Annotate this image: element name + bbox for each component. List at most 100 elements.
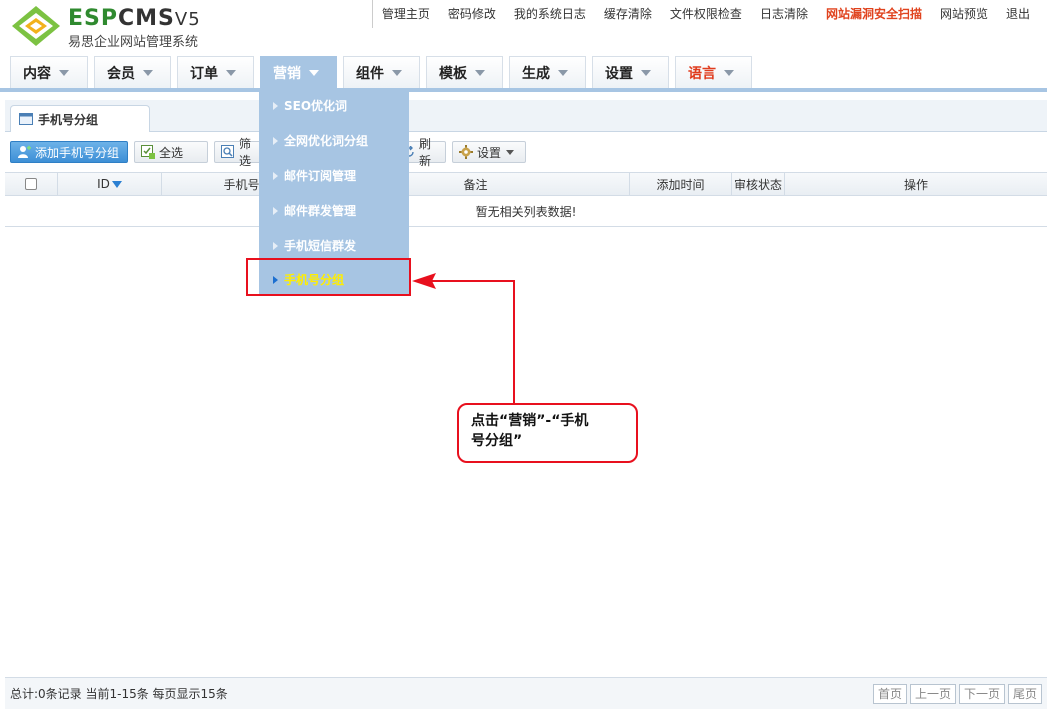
filter-button[interactable]: 筛选 bbox=[214, 137, 262, 168]
nav-member[interactable]: 会员 bbox=[94, 56, 171, 88]
nav-template[interactable]: 模板 bbox=[426, 56, 503, 88]
topnav-clear-log[interactable]: 日志清除 bbox=[751, 0, 817, 28]
logo-subtitle: 易思企业网站管理系统 bbox=[68, 35, 199, 50]
main-nav: 内容 会员 订单 营销 组件 模板 生成 设置 语言 bbox=[10, 56, 752, 88]
chevron-down-icon bbox=[59, 69, 69, 76]
header-added-label: 添加时间 bbox=[656, 177, 705, 192]
toolbar: 添加手机号分组 全选 筛选 刷新 设置 bbox=[5, 136, 1047, 168]
tab-strip: 手机号分组 bbox=[5, 100, 1047, 132]
menu-item-label: 邮件群发管理 bbox=[284, 204, 357, 218]
nav-language[interactable]: 语言 bbox=[675, 56, 752, 88]
nav-label: 设置 bbox=[605, 65, 633, 82]
gear-icon bbox=[459, 145, 473, 159]
select-all-checkbox[interactable] bbox=[25, 178, 37, 190]
menu-item-seo-groups[interactable]: 全网优化词分组 bbox=[259, 123, 409, 158]
chevron-down-icon bbox=[309, 69, 319, 76]
menu-item-seo-words[interactable]: SEO优化词 bbox=[259, 88, 409, 123]
topnav-password[interactable]: 密码修改 bbox=[439, 0, 505, 28]
pager-next[interactable]: 下一页 bbox=[958, 683, 1005, 704]
menu-item-mass-mail[interactable]: 邮件群发管理 bbox=[259, 193, 409, 228]
button-label: 添加手机号分组 bbox=[35, 145, 120, 160]
nav-marketing[interactable]: 营销 bbox=[260, 56, 337, 88]
nav-component[interactable]: 组件 bbox=[343, 56, 420, 88]
nav-label: 订单 bbox=[190, 65, 218, 82]
logo-esp: ESP bbox=[68, 6, 118, 31]
menu-item-label: 邮件订阅管理 bbox=[284, 169, 357, 183]
button-label: 设置 bbox=[477, 145, 502, 160]
chevron-down-icon bbox=[226, 69, 236, 76]
chevron-down-icon bbox=[506, 149, 515, 155]
callout-line-2: 号分组” bbox=[471, 433, 523, 449]
tab-phone-group[interactable]: 手机号分组 bbox=[10, 105, 150, 132]
grid-header: ID 手机号 备注 添加时间 审核状态 操作 bbox=[5, 172, 1047, 196]
button-label: 筛选 bbox=[239, 137, 252, 168]
header-action: 操作 bbox=[785, 173, 1047, 195]
logo-mark-icon bbox=[12, 6, 60, 46]
pager-last[interactable]: 尾页 bbox=[1007, 683, 1042, 704]
bullet-triangle-icon bbox=[273, 241, 278, 250]
empty-row: 暂无相关列表数据! bbox=[5, 196, 1047, 227]
window-icon bbox=[19, 113, 33, 125]
chevron-down-icon bbox=[641, 69, 651, 76]
topnav-clear-cache[interactable]: 缓存清除 bbox=[595, 0, 661, 28]
page: ESPCMSV5 易思企业网站管理系统 管理主页 密码修改 我的系统日志 缓存清… bbox=[0, 0, 1047, 712]
chevron-down-icon bbox=[392, 69, 402, 76]
topnav-logout[interactable]: 退出 bbox=[997, 0, 1039, 28]
topnav-home[interactable]: 管理主页 bbox=[373, 0, 439, 28]
empty-message: 暂无相关列表数据! bbox=[475, 204, 577, 219]
logo: ESPCMSV5 易思企业网站管理系统 bbox=[10, 4, 220, 50]
logo-cms: CMS bbox=[118, 6, 175, 31]
menu-item-label: 全网优化词分组 bbox=[284, 134, 369, 148]
chevron-down-icon bbox=[143, 69, 153, 76]
header-added-time: 添加时间 bbox=[630, 173, 732, 195]
footer: 总计:0条记录 当前1-15条 每页显示15条 首页 上一页 下一页 尾页 bbox=[5, 677, 1047, 709]
annotation-highlight-box bbox=[246, 258, 411, 296]
header: ESPCMSV5 易思企业网站管理系统 管理主页 密码修改 我的系统日志 缓存清… bbox=[0, 0, 1047, 92]
menu-item-label: SEO优化词 bbox=[284, 99, 348, 113]
bullet-triangle-icon bbox=[273, 101, 278, 110]
chevron-down-icon bbox=[558, 69, 568, 76]
topnav-preview[interactable]: 网站预览 bbox=[931, 0, 997, 28]
pager: 首页 上一页 下一页 尾页 bbox=[872, 683, 1042, 704]
header-phone-label: 手机号 bbox=[223, 177, 260, 192]
bullet-triangle-icon bbox=[273, 136, 278, 145]
header-id-label: ID bbox=[97, 177, 110, 191]
nav-label: 语言 bbox=[688, 65, 716, 82]
nav-settings[interactable]: 设置 bbox=[592, 56, 669, 88]
topnav-my-log[interactable]: 我的系统日志 bbox=[505, 0, 595, 28]
topnav-file-permission[interactable]: 文件权限检查 bbox=[661, 0, 751, 28]
pager-prev[interactable]: 上一页 bbox=[909, 683, 956, 704]
nav-label: 营销 bbox=[273, 65, 301, 82]
header-select-cell bbox=[5, 173, 58, 195]
pager-first[interactable]: 首页 bbox=[872, 683, 907, 704]
bullet-triangle-icon bbox=[273, 171, 278, 180]
add-user-icon bbox=[17, 145, 31, 159]
menu-item-label: 手机短信群发 bbox=[284, 239, 357, 253]
nav-label: 生成 bbox=[522, 65, 550, 82]
nav-label: 内容 bbox=[23, 65, 51, 82]
callout-line-1: 点击“营销”-“手机 bbox=[471, 413, 589, 429]
header-status: 审核状态 bbox=[732, 173, 785, 195]
settings-button[interactable]: 设置 bbox=[452, 141, 526, 163]
top-nav: 管理主页 密码修改 我的系统日志 缓存清除 文件权限检查 日志清除 网站漏洞安全… bbox=[371, 0, 1039, 28]
select-all-icon bbox=[141, 145, 155, 159]
chevron-down-icon bbox=[475, 69, 485, 76]
nav-content[interactable]: 内容 bbox=[10, 56, 88, 88]
header-status-label: 审核状态 bbox=[733, 177, 782, 192]
select-all-button[interactable]: 全选 bbox=[134, 141, 208, 163]
menu-item-mail-subscription[interactable]: 邮件订阅管理 bbox=[259, 158, 409, 193]
header-id[interactable]: ID bbox=[58, 173, 162, 195]
content-area: 手机号分组 添加手机号分组 全选 筛选 刷新 设置 ID 手机号 备注 添加时间… bbox=[5, 100, 1047, 675]
button-label: 刷新 bbox=[419, 137, 432, 168]
nav-generate[interactable]: 生成 bbox=[509, 56, 586, 88]
add-phone-group-button[interactable]: 添加手机号分组 bbox=[10, 141, 128, 163]
logo-wordmark: ESPCMSV5 bbox=[68, 6, 201, 31]
header-note-label: 备注 bbox=[463, 177, 488, 192]
sort-desc-icon bbox=[111, 180, 122, 188]
topnav-security-scan[interactable]: 网站漏洞安全扫描 bbox=[817, 0, 931, 28]
nav-order[interactable]: 订单 bbox=[177, 56, 254, 88]
annotation-callout: 点击“营销”-“手机 号分组” bbox=[457, 403, 638, 463]
tab-label: 手机号分组 bbox=[38, 112, 99, 127]
logo-version: V5 bbox=[174, 9, 201, 30]
record-summary: 总计:0条记录 当前1-15条 每页显示15条 bbox=[10, 687, 228, 701]
